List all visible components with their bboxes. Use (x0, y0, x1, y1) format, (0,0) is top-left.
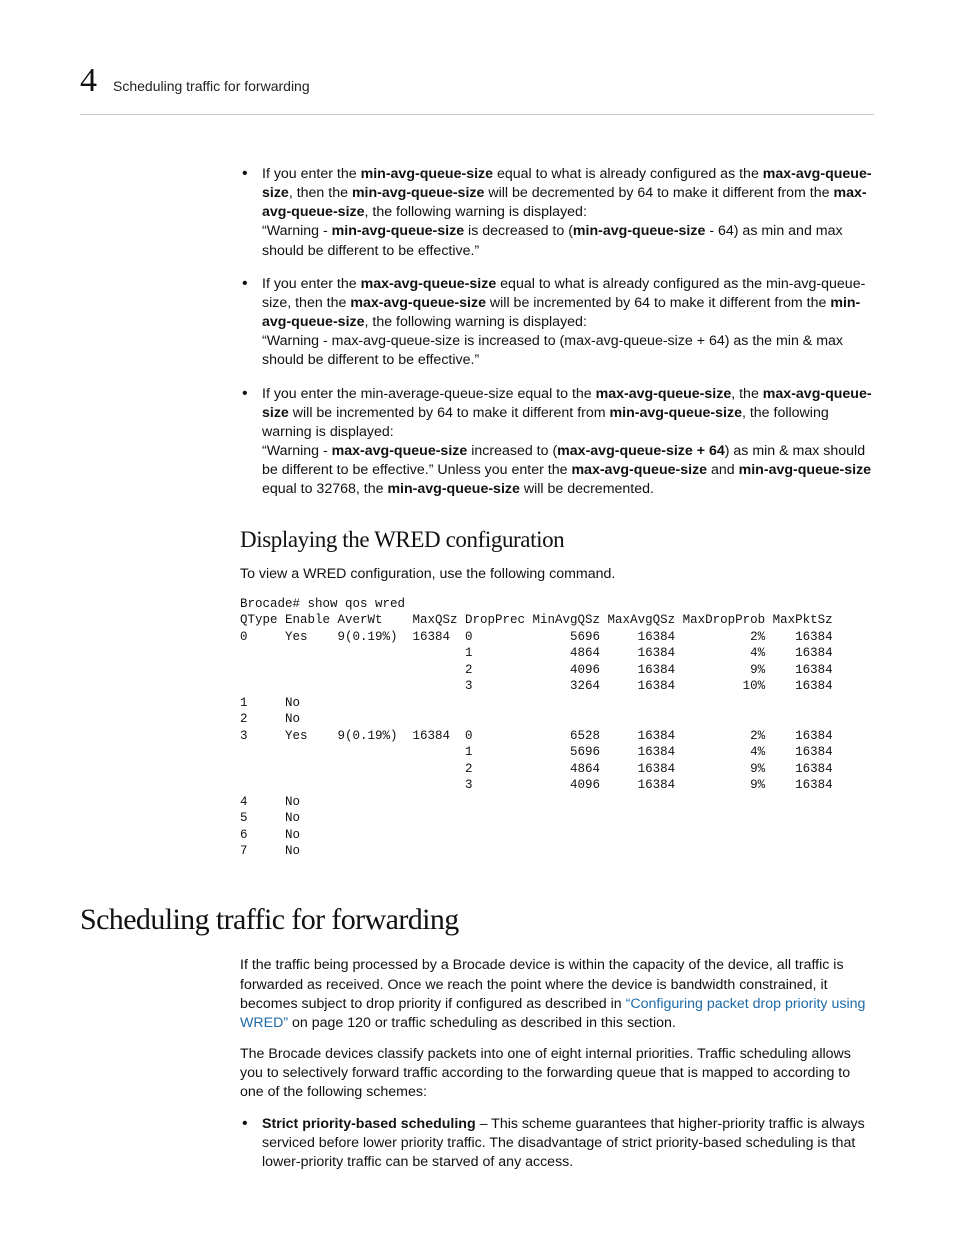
section-heading-wred-display: Displaying the WRED configuration (240, 524, 874, 555)
section-intro: To view a WRED configuration, use the fo… (240, 565, 874, 584)
warning-bullets: If you enter the min-avg-queue-size equa… (240, 165, 874, 500)
bullet-term: Strict priority-based scheduling (262, 1116, 476, 1132)
console-output: Brocade# show qos wred QType Enable Aver… (240, 596, 874, 860)
chapter-number: 4 (80, 58, 97, 104)
list-item: If you enter the min-avg-queue-size equa… (240, 165, 874, 261)
running-title: Scheduling traffic for forwarding (113, 77, 310, 96)
page-header: 4 Scheduling traffic for forwarding (80, 58, 874, 104)
chapter-heading-scheduling: Scheduling traffic for forwarding (80, 900, 874, 941)
list-item: If you enter the max-avg-queue-size equa… (240, 275, 874, 371)
chapter-paragraph: The Brocade devices classify packets int… (240, 1045, 874, 1103)
chapter-paragraph: If the traffic being processed by a Broc… (240, 956, 874, 1033)
list-item: If you enter the min-average-queue-size … (240, 385, 874, 500)
list-item: Strict priority-based scheduling – This … (240, 1115, 874, 1173)
